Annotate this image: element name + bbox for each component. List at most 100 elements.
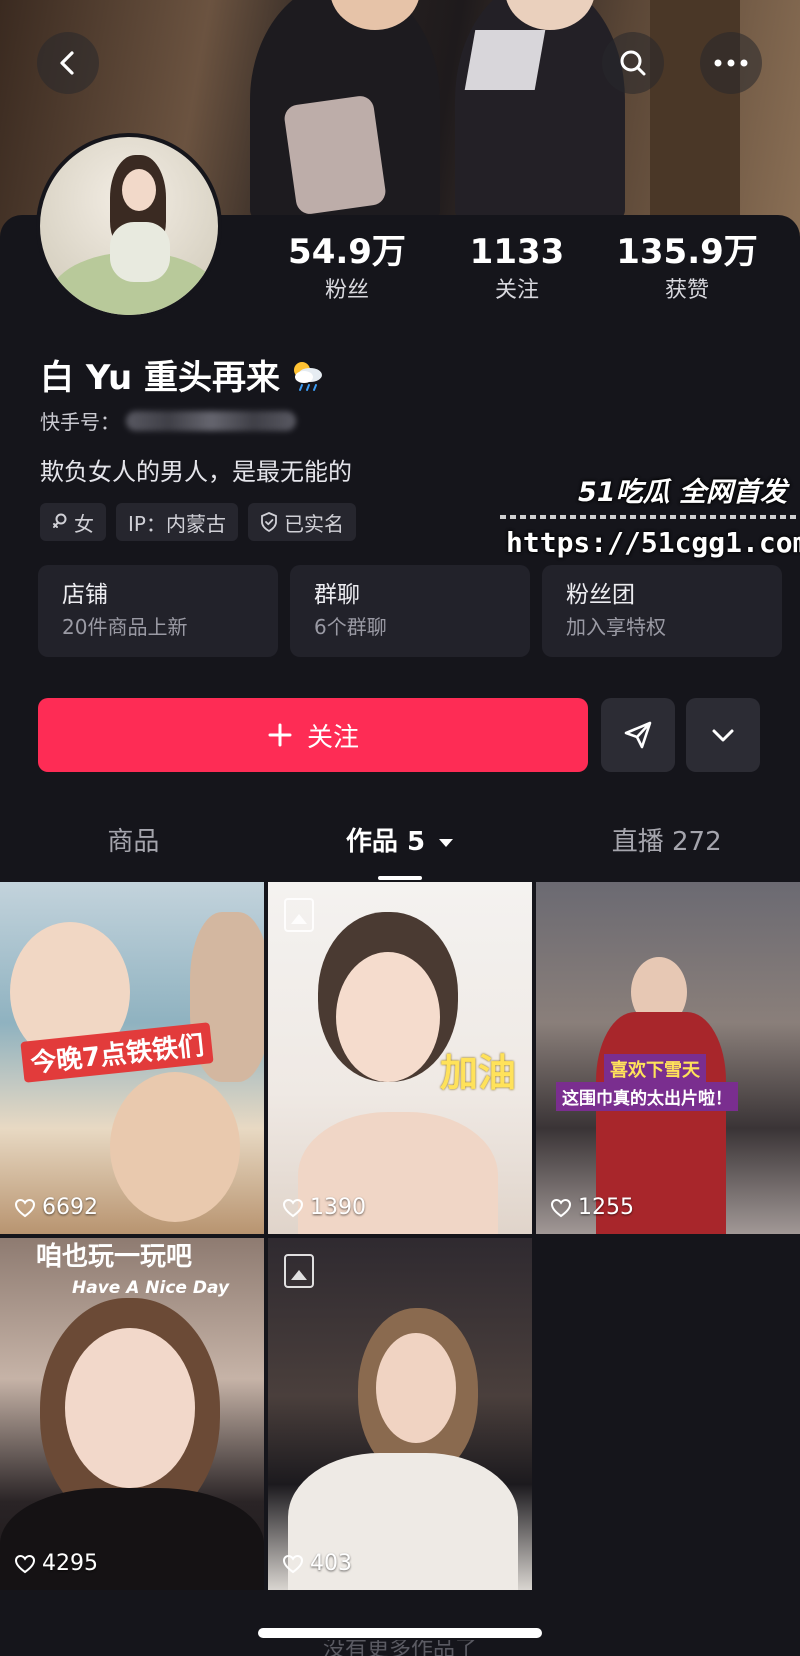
post-likes: 1255: [550, 1195, 634, 1220]
send-icon: [624, 721, 652, 749]
avatar[interactable]: [36, 133, 222, 319]
post-caption: 咱也玩一玩吧: [36, 1242, 193, 1272]
tag-gender: 女: [40, 503, 106, 541]
post-likes: 1390: [282, 1195, 366, 1220]
verified-shield-icon: [261, 512, 277, 532]
tag-ip: IP：内蒙古: [116, 503, 238, 541]
watermark-url: https://51cgg1.com: [506, 526, 800, 559]
active-tab-indicator: [378, 876, 422, 880]
avatar-top: [110, 222, 170, 282]
post-tile[interactable]: 喜欢下雪天 这围巾真的太出片啦！ 1255: [536, 882, 800, 1234]
plus-icon: [268, 723, 292, 747]
profile-tags: 女 IP：内蒙古 已实名: [40, 503, 356, 541]
tab-works[interactable]: 作品 5: [267, 820, 534, 880]
search-button[interactable]: [602, 32, 664, 94]
tab-label: 直播 272: [611, 827, 722, 857]
stat-label: 粉丝: [324, 278, 369, 303]
post-tile[interactable]: 咱也玩一玩吧 Have A Nice Day 4295: [0, 1238, 264, 1590]
post-caption: 喜欢下雪天: [604, 1054, 706, 1084]
kuaishou-id-redacted: [126, 410, 296, 431]
home-indicator[interactable]: [258, 1628, 542, 1638]
stat-value: 1133: [469, 232, 565, 272]
kuaishou-id-label: 快手号：: [40, 410, 120, 434]
service-subtitle: 20件商品上新: [62, 615, 188, 639]
tag-label: 女: [74, 511, 94, 536]
share-button[interactable]: [601, 698, 675, 772]
tab-live[interactable]: 直播 272: [533, 820, 800, 880]
post-thumbnail-subject: [65, 1328, 195, 1488]
tab-products[interactable]: 商品: [0, 820, 267, 880]
follow-label: 关注: [306, 722, 359, 753]
more-horizontal-icon: [714, 59, 748, 67]
post-likes-count: 6692: [42, 1195, 98, 1220]
service-shop[interactable]: 店铺 20件商品上新: [38, 565, 278, 657]
post-thumbnail-subject: [376, 1333, 456, 1443]
image-post-icon: [284, 898, 314, 932]
watermark: 51吃瓜 全网首发 https://51cgg1.com: [500, 470, 800, 570]
image-post-icon: [284, 1254, 314, 1288]
post-likes: 4295: [14, 1551, 98, 1576]
tag-label: IP：内蒙古: [128, 511, 226, 536]
post-likes-count: 1390: [310, 1195, 366, 1220]
more-options-button[interactable]: [700, 32, 762, 94]
service-fan-club[interactable]: 粉丝团 加入享特权: [542, 565, 782, 657]
stat-following[interactable]: 1133 关注: [432, 230, 602, 320]
heart-icon: [282, 1554, 304, 1573]
tag-verified: 已实名: [247, 503, 356, 541]
avatar-face: [122, 169, 156, 211]
follow-button[interactable]: 关注: [38, 698, 588, 772]
post-tile[interactable]: 加油 1390: [268, 882, 532, 1234]
service-subtitle: 加入享特权: [566, 615, 666, 639]
post-likes: 6692: [14, 1195, 98, 1220]
post-tile[interactable]: 今晚7点铁铁们 6692: [0, 882, 264, 1234]
service-subtitle: 6个群聊: [314, 615, 387, 639]
post-caption-line2: 这围巾真的太出片啦！: [556, 1082, 738, 1111]
service-cards: 店铺 20件商品上新 群聊 6个群聊 粉丝团 加入享特权: [38, 565, 788, 657]
search-icon: [620, 50, 646, 76]
stat-label: 关注: [494, 278, 539, 303]
recommend-dropdown-button[interactable]: [686, 698, 760, 772]
watermark-divider: [500, 515, 800, 519]
profile-name: 白 Yu 重头再来: [40, 350, 326, 399]
profile-bio: 欺负女人的男人，是最无能的: [40, 458, 352, 486]
kuaishou-id[interactable]: 快手号：: [40, 406, 296, 435]
weather-sun-rain-icon: [288, 358, 326, 392]
service-title: 店铺: [62, 582, 108, 608]
content-tabs: 商品 作品 5 直播 272: [0, 820, 800, 880]
stat-label: 获赞: [664, 278, 709, 303]
service-title: 群聊: [314, 582, 360, 608]
cover-collar: [464, 30, 546, 90]
post-likes-count: 403: [310, 1551, 352, 1576]
post-caption-line2: Have A Nice Day: [72, 1278, 230, 1298]
profile-name-text: 白 Yu 重头再来: [40, 358, 281, 398]
back-button[interactable]: [37, 32, 99, 94]
post-likes: 403: [282, 1551, 352, 1576]
heart-icon: [14, 1198, 36, 1217]
heart-icon: [14, 1554, 36, 1573]
post-tile[interactable]: 403: [268, 1238, 532, 1590]
post-likes-count: 1255: [578, 1195, 634, 1220]
post-likes-count: 4295: [42, 1551, 98, 1576]
stat-likes[interactable]: 135.9万 获赞: [602, 230, 772, 320]
post-thumbnail-subject: [110, 1072, 240, 1222]
stat-value: 135.9万: [616, 232, 758, 272]
cover-phone: [282, 94, 388, 216]
service-title: 粉丝团: [566, 582, 635, 608]
watermark-title: 51吃瓜 全网首发: [578, 477, 787, 508]
caret-down-icon: [439, 838, 454, 847]
heart-icon: [550, 1198, 572, 1217]
post-caption: 加油: [440, 1051, 517, 1095]
chevron-down-icon: [712, 729, 734, 742]
no-more-works-text: 没有更多作品了: [322, 1640, 477, 1656]
stat-fans[interactable]: 54.9万 粉丝: [262, 230, 432, 320]
profile-stats: 54.9万 粉丝 1133 关注 135.9万 获赞: [262, 230, 772, 320]
heart-icon: [282, 1198, 304, 1217]
tab-label: 商品: [107, 827, 160, 857]
tag-label: 已实名: [283, 511, 344, 536]
tab-label: 作品 5: [345, 827, 426, 857]
post-thumbnail-subject: [336, 952, 440, 1082]
stat-value: 54.9万: [288, 232, 406, 272]
chevron-left-icon: [60, 51, 74, 75]
service-group-chat[interactable]: 群聊 6个群聊: [290, 565, 530, 657]
female-icon: [53, 513, 67, 528]
